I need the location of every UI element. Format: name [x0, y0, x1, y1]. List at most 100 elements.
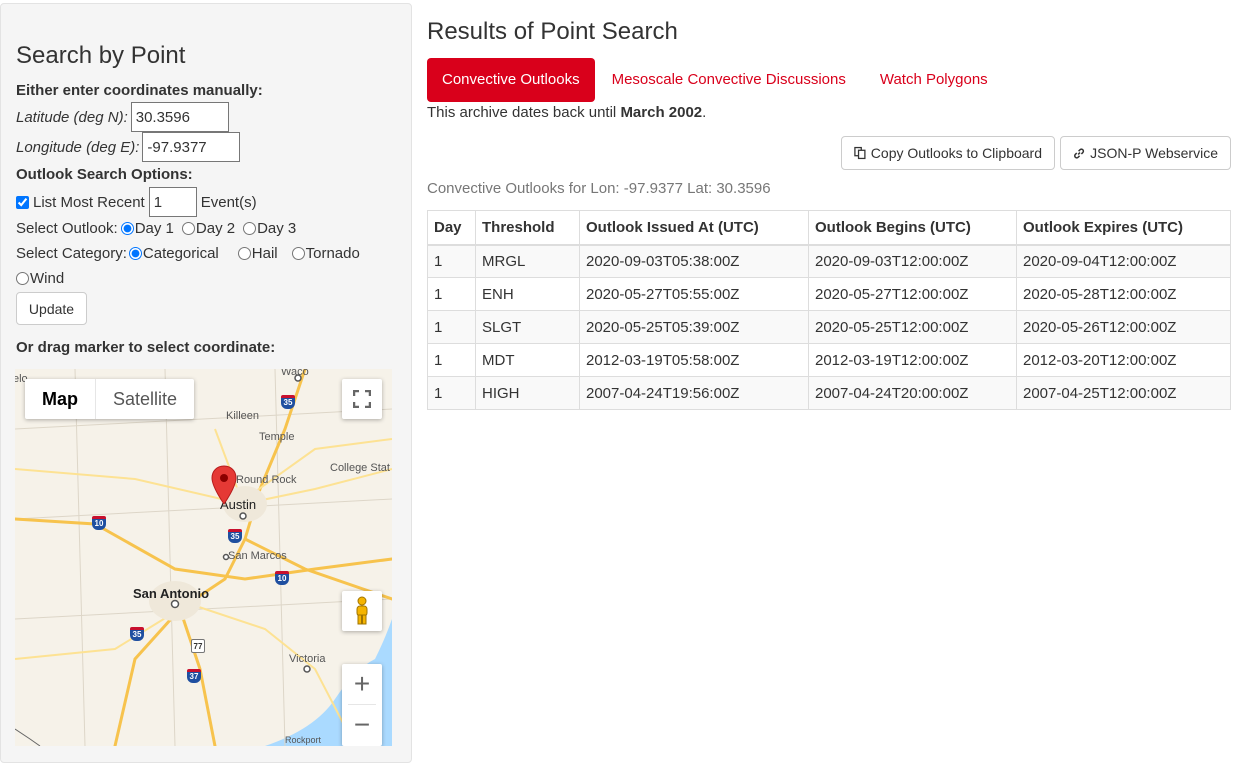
- outlook-day2-radio[interactable]: [181, 222, 195, 235]
- copy-outlooks-button[interactable]: Copy Outlooks to Clipboard: [841, 136, 1055, 170]
- cell-expires: 2012-03-20T12:00:00Z: [1016, 343, 1231, 377]
- outlook-day3-option[interactable]: Day 3: [243, 220, 296, 237]
- map-city-label: Waco: [281, 369, 309, 378]
- map-canvas[interactable]: Waco Killeen Temple College Stat Round R…: [15, 369, 392, 746]
- map-type-satellite-button[interactable]: Satellite: [96, 379, 194, 419]
- map-city-label: San Antonio: [133, 586, 210, 601]
- cell-begins: 2020-05-25T12:00:00Z: [808, 310, 1017, 344]
- cell-day: 1: [427, 310, 476, 344]
- map-city-label: Killeen: [226, 410, 260, 422]
- update-button[interactable]: Update: [16, 292, 87, 325]
- category-tornado-radio[interactable]: [291, 247, 305, 260]
- cell-begins: 2020-05-27T12:00:00Z: [808, 277, 1017, 311]
- map-city-label: Round Rock: [236, 474, 297, 486]
- cell-threshold: HIGH: [475, 376, 580, 410]
- category-categorical-option[interactable]: Categorical: [128, 245, 219, 262]
- category-tornado-option[interactable]: Tornado: [291, 245, 360, 262]
- outlook-day2-option[interactable]: Day 2: [181, 220, 235, 237]
- category-wind-option[interactable]: Wind: [16, 270, 64, 287]
- pegman-icon[interactable]: [342, 591, 382, 631]
- map-city-label: College Stat: [330, 462, 390, 474]
- interstate-shield: 35: [130, 627, 144, 641]
- table-row: 1 HIGH 2007-04-24T19:56:00Z 2007-04-24T2…: [427, 376, 1231, 410]
- archive-note: This archive dates back until March 2002…: [427, 104, 707, 121]
- table-header-row: Day Threshold Outlook Issued At (UTC) Ou…: [427, 210, 1231, 246]
- map-city-label: Victoria: [289, 653, 326, 665]
- category-hail-radio[interactable]: [237, 247, 251, 260]
- map-city-label: San Marcos: [228, 550, 287, 562]
- map-type-control: Map Satellite: [25, 379, 195, 419]
- events-label: Event(s): [200, 193, 257, 211]
- cell-issued: 2020-09-03T05:38:00Z: [579, 244, 809, 278]
- interstate-shield: 37: [187, 669, 201, 683]
- cell-issued: 2012-03-19T05:58:00Z: [579, 343, 809, 377]
- col-begins: Outlook Begins (UTC): [808, 210, 1017, 246]
- cell-day: 1: [427, 244, 476, 278]
- select-category-label: Select Category:: [16, 245, 127, 262]
- results-title: Results of Point Search: [427, 18, 678, 45]
- outlook-day3-radio[interactable]: [243, 222, 257, 235]
- cell-threshold: ENH: [475, 277, 580, 311]
- cell-expires: 2020-09-04T12:00:00Z: [1016, 244, 1231, 278]
- lat-label: Latitude (deg N):: [16, 108, 128, 126]
- cell-day: 1: [427, 277, 476, 311]
- zoom-out-icon[interactable]: −: [342, 705, 382, 745]
- map-city-label: Temple: [259, 431, 295, 443]
- category-wind-radio[interactable]: [16, 272, 29, 285]
- cell-threshold: SLGT: [475, 310, 580, 344]
- outlook-day1-radio[interactable]: [120, 222, 134, 235]
- json-webservice-button[interactable]: JSON-P Webservice: [1060, 136, 1231, 170]
- tab-convective-outlooks[interactable]: Convective Outlooks: [427, 58, 595, 102]
- drag-heading: Or drag marker to select coordinate:: [16, 339, 276, 356]
- zoom-in-icon[interactable]: +: [342, 664, 382, 704]
- interstate-shield: 10: [275, 571, 289, 585]
- cell-begins: 2012-03-19T12:00:00Z: [808, 343, 1017, 377]
- interstate-shield: 10: [92, 516, 106, 530]
- link-icon: [1074, 148, 1085, 158]
- table-row: 1 SLGT 2020-05-25T05:39:00Z 2020-05-25T1…: [427, 310, 1231, 344]
- cell-begins: 2007-04-24T20:00:00Z: [808, 376, 1017, 410]
- cell-begins: 2020-09-03T12:00:00Z: [808, 244, 1017, 278]
- select-outlook-label: Select Outlook:: [16, 220, 118, 237]
- list-recent-checkbox[interactable]: [16, 195, 29, 209]
- col-expires: Outlook Expires (UTC): [1016, 210, 1231, 246]
- latitude-input[interactable]: [130, 102, 229, 132]
- archive-date: March 2002: [620, 104, 703, 121]
- results-table: Day Threshold Outlook Issued At (UTC) Ou…: [427, 210, 1231, 410]
- tab-watch-polygons[interactable]: Watch Polygons: [863, 58, 1005, 102]
- search-title: Search by Point: [16, 42, 186, 69]
- table-row: 1 MRGL 2020-09-03T05:38:00Z 2020-09-03T1…: [427, 244, 1231, 278]
- tab-mesoscale-discussions[interactable]: Mesoscale Convective Discussions: [595, 58, 863, 102]
- longitude-input[interactable]: [142, 132, 241, 162]
- interstate-shield: 35: [281, 395, 295, 409]
- map-background: [15, 369, 392, 746]
- lon-label: Longitude (deg E):: [16, 138, 140, 156]
- cell-day: 1: [427, 343, 476, 377]
- zoom-control: + −: [342, 664, 382, 746]
- location-marker-icon[interactable]: [211, 465, 237, 509]
- category-categorical-radio[interactable]: [128, 247, 142, 260]
- map-city-label: Rockport: [285, 735, 322, 745]
- map-type-map-button[interactable]: Map: [25, 379, 96, 419]
- interstate-shield: 35: [228, 529, 242, 543]
- table-row: 1 MDT 2012-03-19T05:58:00Z 2012-03-19T12…: [427, 343, 1231, 377]
- col-threshold: Threshold: [475, 210, 580, 246]
- cell-threshold: MDT: [475, 343, 580, 377]
- list-recent-label: List Most Recent: [33, 193, 145, 211]
- options-heading: Outlook Search Options:: [16, 166, 193, 183]
- events-count-input[interactable]: [148, 187, 197, 217]
- fullscreen-icon[interactable]: [342, 379, 382, 419]
- us-route-shield: 77: [191, 639, 205, 653]
- col-day: Day: [427, 210, 476, 246]
- outlook-day1-option[interactable]: Day 1: [120, 220, 174, 237]
- category-hail-option[interactable]: Hail: [237, 245, 278, 262]
- cell-issued: 2020-05-27T05:55:00Z: [579, 277, 809, 311]
- table-row: 1 ENH 2020-05-27T05:55:00Z 2020-05-27T12…: [427, 277, 1231, 311]
- results-tabs: Convective Outlooks Mesoscale Convective…: [427, 58, 1005, 102]
- manual-heading: Either enter coordinates manually:: [16, 82, 263, 99]
- cell-expires: 2007-04-25T12:00:00Z: [1016, 376, 1231, 410]
- col-issued: Outlook Issued At (UTC): [579, 210, 809, 246]
- cell-threshold: MRGL: [475, 244, 580, 278]
- cell-expires: 2020-05-28T12:00:00Z: [1016, 277, 1231, 311]
- cell-issued: 2020-05-25T05:39:00Z: [579, 310, 809, 344]
